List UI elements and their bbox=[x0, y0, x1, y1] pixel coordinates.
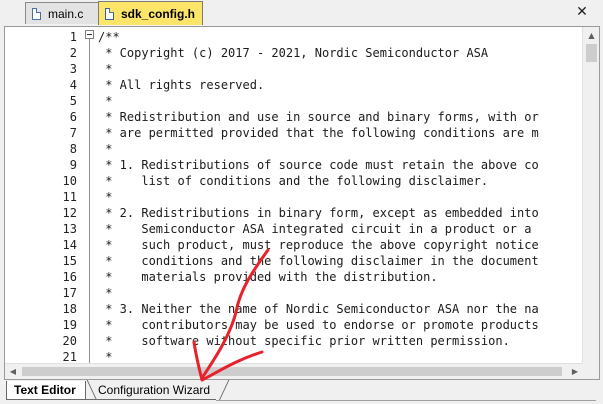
code-line[interactable]: * bbox=[98, 141, 112, 157]
file-icon bbox=[32, 7, 41, 20]
code-line[interactable]: * bbox=[98, 61, 112, 77]
tab-main-c[interactable]: main.c bbox=[25, 2, 101, 24]
code-line[interactable]: * contributors may be used to endorse or… bbox=[98, 317, 538, 333]
line-number: 12 bbox=[62, 206, 77, 220]
code-line[interactable]: * 1. Redistributions of source code must… bbox=[98, 157, 538, 173]
text-editor[interactable]: 1 2 3 4 5 6 7 8 9 10 11 12 13 14 15 16 17 18 19 20 21 /** * … bbox=[4, 26, 600, 380]
vertical-scrollbar[interactable]: ▲ bbox=[582, 27, 599, 365]
code-line[interactable]: * bbox=[98, 285, 112, 301]
line-number: 15 bbox=[62, 254, 77, 268]
tab-label: main.c bbox=[48, 6, 84, 21]
line-number: 7 bbox=[69, 126, 77, 140]
fold-margin bbox=[83, 27, 98, 365]
line-number: 18 bbox=[62, 302, 77, 316]
code-line[interactable]: * are permitted provided that the follow… bbox=[98, 125, 538, 141]
code-line[interactable]: * such product, must reproduce the above… bbox=[98, 237, 538, 253]
scroll-left-arrow-icon[interactable]: ◀ bbox=[5, 364, 21, 379]
line-number: 10 bbox=[62, 174, 77, 188]
line-number: 1 bbox=[69, 30, 77, 44]
line-number: 17 bbox=[62, 286, 77, 300]
code-area[interactable]: /** * Copyright (c) 2017 - 2021, Nordic … bbox=[98, 27, 583, 365]
line-number-gutter: 1 2 3 4 5 6 7 8 9 10 11 12 13 14 15 16 17 18 19 20 21 bbox=[5, 27, 83, 365]
code-line[interactable]: * Copyright (c) 2017 - 2021, Nordic Semi… bbox=[98, 45, 488, 61]
line-number: 6 bbox=[69, 110, 77, 124]
code-line[interactable]: * bbox=[98, 189, 112, 205]
line-number: 8 bbox=[69, 142, 77, 156]
line-number: 20 bbox=[62, 334, 77, 348]
tab-text-editor[interactable]: Text Editor bbox=[6, 381, 86, 400]
code-line[interactable]: * 3. Neither the name of Nordic Semicond… bbox=[98, 301, 538, 317]
tab-sdk-config-h[interactable]: sdk_config.h bbox=[98, 1, 203, 25]
line-number: 14 bbox=[62, 238, 77, 252]
line-number: 3 bbox=[69, 62, 77, 76]
horizontal-scrollbar[interactable]: ◀ ▶ bbox=[5, 363, 583, 379]
file-icon bbox=[105, 7, 114, 20]
vertical-scroll-thumb[interactable] bbox=[586, 44, 597, 62]
code-line[interactable]: * 2. Redistributions in binary form, exc… bbox=[98, 205, 538, 221]
line-number: 19 bbox=[62, 318, 77, 332]
scroll-up-arrow-icon[interactable]: ▲ bbox=[583, 27, 600, 44]
line-number: 9 bbox=[69, 158, 77, 172]
code-line[interactable]: /** bbox=[98, 29, 120, 45]
tab-baseline bbox=[216, 400, 596, 401]
code-line[interactable]: * software without specific prior writte… bbox=[98, 333, 510, 349]
line-number: 5 bbox=[69, 94, 77, 108]
horizontal-scroll-thumb[interactable] bbox=[22, 367, 562, 376]
line-number: 11 bbox=[62, 190, 77, 204]
scroll-right-arrow-icon[interactable]: ▶ bbox=[567, 364, 583, 379]
line-number: 16 bbox=[62, 270, 77, 284]
fold-guide-line bbox=[89, 39, 90, 365]
scrollbar-corner bbox=[582, 363, 599, 379]
line-number: 13 bbox=[62, 222, 77, 236]
tab-label: sdk_config.h bbox=[121, 6, 196, 21]
code-line[interactable]: * materials provided with the distributi… bbox=[98, 269, 437, 285]
file-tab-bar: main.c sdk_config.h ✕ bbox=[0, 0, 603, 26]
fold-collapse-icon[interactable] bbox=[85, 30, 94, 39]
line-number: 2 bbox=[69, 46, 77, 60]
close-tab-icon[interactable]: ✕ bbox=[569, 0, 595, 24]
tab-configuration-wizard[interactable]: Configuration Wizard bbox=[86, 381, 216, 400]
line-number: 4 bbox=[69, 78, 77, 92]
code-line[interactable]: * bbox=[98, 93, 112, 109]
code-line[interactable]: * All rights reserved. bbox=[98, 77, 264, 93]
code-line[interactable]: * Redistribution and use in source and b… bbox=[98, 109, 538, 125]
editor-view-tabs: Text Editor Configuration Wizard bbox=[0, 380, 603, 404]
code-line[interactable]: * conditions and the following disclaime… bbox=[98, 253, 538, 269]
code-line[interactable]: * list of conditions and the following d… bbox=[98, 173, 488, 189]
code-line[interactable]: * Semiconductor ASA integrated circuit i… bbox=[98, 221, 531, 237]
